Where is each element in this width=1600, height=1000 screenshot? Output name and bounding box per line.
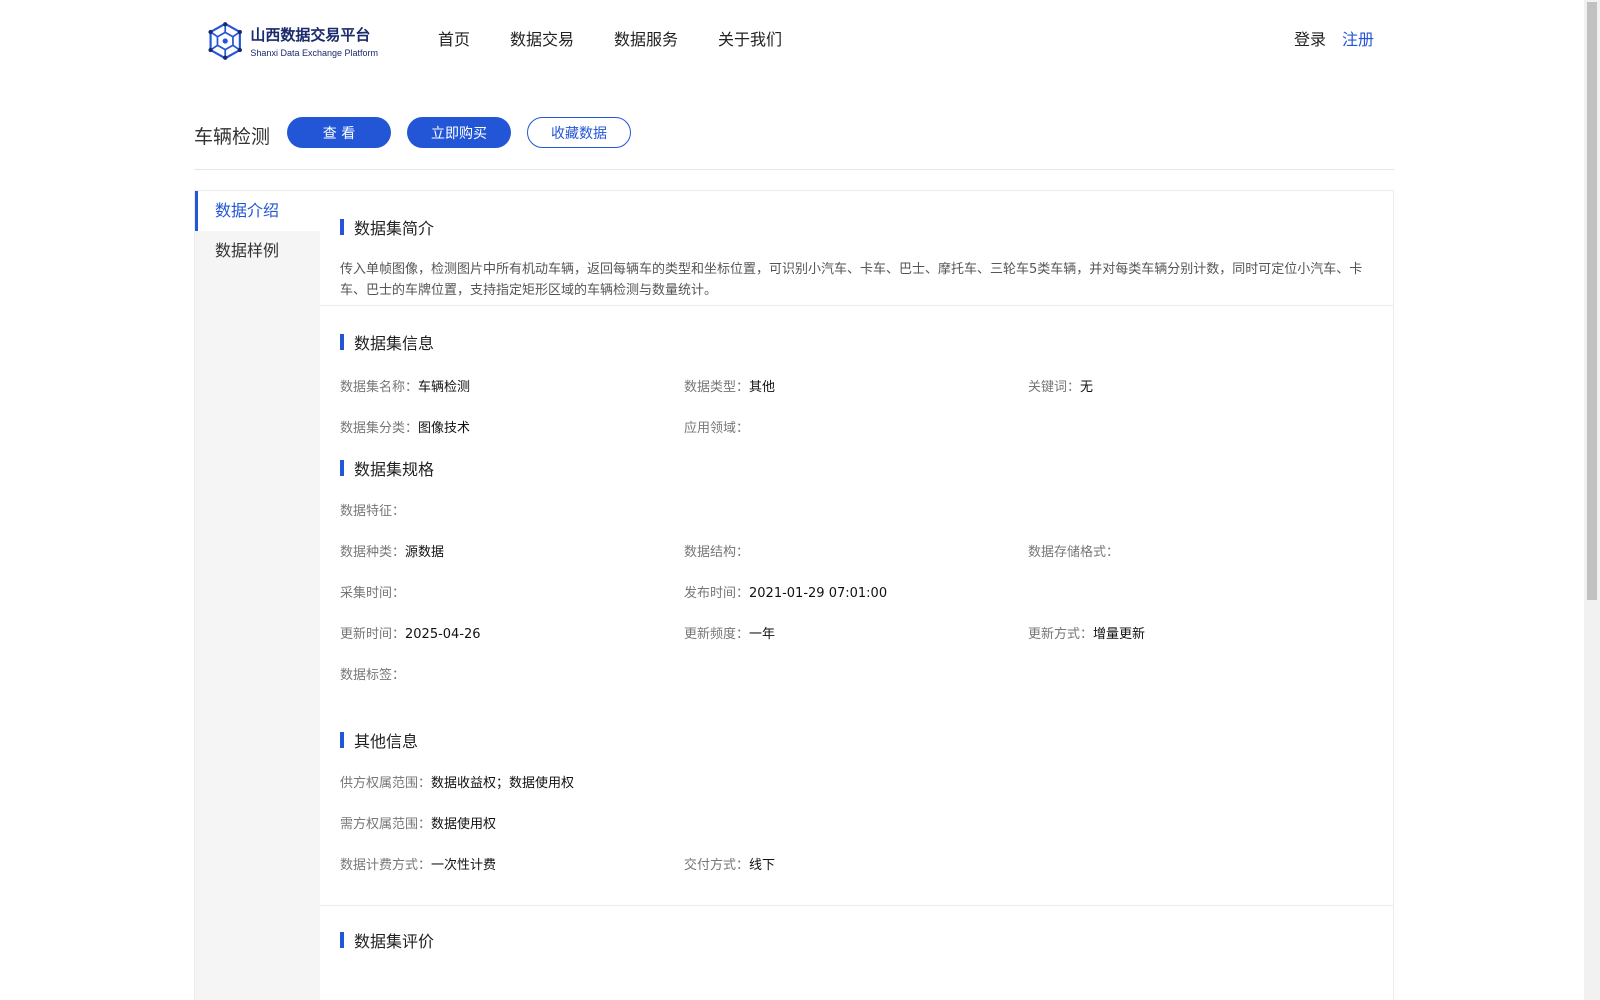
- field-publish-time: 发布时间：2021-01-29 07:01:00: [684, 582, 887, 601]
- field-value: 数据收益权；数据使用权: [431, 776, 575, 791]
- field-dataset-name: 数据集名称：车辆检测: [340, 376, 470, 395]
- section-marker: [340, 932, 344, 948]
- field-data-type: 数据类型：其他: [684, 376, 775, 395]
- buy-now-button[interactable]: 立即购买: [407, 117, 512, 148]
- field-label: 发布时间：: [684, 586, 750, 601]
- field-value: 车辆检测: [418, 380, 471, 395]
- scrollbar-thumb[interactable]: [1587, 2, 1597, 600]
- section-marker: [340, 732, 344, 748]
- field-label: 交付方式：: [684, 858, 750, 873]
- field-demander-rights: 需方权属范围：数据使用权: [340, 813, 496, 832]
- field-billing-method: 数据计费方式：一次性计费: [340, 854, 496, 873]
- other-section: 其他信息 供方权属范围：数据收益权；数据使用权 需方权属范围：数据使用权 数据计…: [320, 706, 1393, 906]
- field-update-frequency: 更新频度：一年: [684, 623, 775, 642]
- info-section-title: 数据集信息: [340, 330, 434, 354]
- field-label: 供方权属范围：: [340, 776, 432, 791]
- field-value: 一次性计费: [431, 858, 497, 873]
- field-value: 一年: [749, 627, 776, 642]
- nav-home[interactable]: 首页: [438, 26, 470, 50]
- nav-about-us[interactable]: 关于我们: [718, 26, 782, 50]
- login-link[interactable]: 登录: [1294, 26, 1326, 50]
- dataset-detail-panel: 数据介绍 数据样例 数据集简介 传入单帧图像，检测图片中所有机动车辆，返回每辆车…: [194, 190, 1394, 1000]
- spec-section: 数据集规格 数据特征： 数据种类：源数据 数据结构： 数据存储格式： 采集时间：…: [320, 456, 1393, 696]
- spec-section-title: 数据集规格: [340, 456, 434, 480]
- page-scrollbar[interactable]: [1584, 0, 1600, 1000]
- field-label: 关键词：: [1028, 380, 1081, 395]
- field-label: 数据标签：: [340, 668, 406, 683]
- view-button[interactable]: 查 看: [287, 117, 392, 148]
- field-label: 数据集名称：: [340, 380, 419, 395]
- field-value: 源数据: [405, 545, 445, 560]
- section-marker: [340, 460, 344, 476]
- field-label: 数据存储格式：: [1028, 545, 1120, 560]
- field-value: 图像技术: [418, 421, 471, 436]
- logo-hexagon-icon: [208, 22, 242, 60]
- field-keywords: 关键词：无: [1028, 376, 1093, 395]
- top-header: 山西数据交易平台 Shanxi Data Exchange Platform 首…: [0, 0, 1584, 78]
- field-label: 更新方式：: [1028, 627, 1094, 642]
- field-value: 增量更新: [1093, 627, 1146, 642]
- section-marker: [340, 334, 344, 350]
- info-section: 数据集信息 数据集名称：车辆检测 数据类型：其他 关键词：无 数据集分类：图像技…: [320, 306, 1393, 456]
- section-marker: [340, 219, 344, 235]
- detail-sidebar: 数据介绍 数据样例: [195, 191, 320, 1000]
- review-section: 数据集评价: [320, 906, 1393, 1000]
- field-label: 更新时间：: [340, 627, 406, 642]
- field-dataset-category: 数据集分类：图像技术: [340, 417, 470, 436]
- field-value: 2025-04-26: [405, 627, 481, 642]
- field-value: 其他: [749, 380, 776, 395]
- intro-description: 传入单帧图像，检测图片中所有机动车辆，返回每辆车的类型和坐标位置，可识别小汽车、…: [340, 262, 1363, 298]
- field-storage-format: 数据存储格式：: [1028, 541, 1119, 560]
- register-link[interactable]: 注册: [1342, 26, 1374, 50]
- field-label: 数据结构：: [684, 545, 750, 560]
- nav-data-service[interactable]: 数据服务: [614, 26, 678, 50]
- field-label: 应用领域：: [684, 421, 750, 436]
- other-section-title: 其他信息: [340, 728, 418, 752]
- field-data-tags: 数据标签：: [340, 664, 405, 683]
- logo-title: 山西数据交易平台: [250, 26, 371, 44]
- field-value: 数据使用权: [431, 817, 497, 832]
- detail-main: 数据集简介 传入单帧图像，检测图片中所有机动车辆，返回每辆车的类型和坐标位置，可…: [320, 191, 1393, 1000]
- field-delivery-method: 交付方式：线下: [684, 854, 775, 873]
- main-nav: 首页 数据交易 数据服务 关于我们: [438, 26, 822, 50]
- logo-subtitle: Shanxi Data Exchange Platform: [250, 48, 378, 58]
- sidebar-item-data-intro[interactable]: 数据介绍: [195, 191, 320, 231]
- field-data-structure: 数据结构：: [684, 541, 749, 560]
- nav-data-trade[interactable]: 数据交易: [510, 26, 574, 50]
- field-label: 数据集分类：: [340, 421, 419, 436]
- field-value: 无: [1080, 380, 1094, 395]
- auth-links: 登录 注册: [1294, 26, 1374, 50]
- platform-logo[interactable]: 山西数据交易平台 Shanxi Data Exchange Platform: [208, 18, 378, 64]
- intro-section-title: 数据集简介: [340, 215, 434, 239]
- field-label: 数据计费方式：: [340, 858, 432, 873]
- review-section-title: 数据集评价: [340, 928, 434, 952]
- field-label: 数据特征：: [340, 504, 406, 519]
- field-label: 更新频度：: [684, 627, 750, 642]
- field-label: 数据种类：: [340, 545, 406, 560]
- field-update-mode: 更新方式：增量更新: [1028, 623, 1145, 642]
- field-data-kind: 数据种类：源数据: [340, 541, 444, 560]
- field-supplier-rights: 供方权属范围：数据收益权；数据使用权: [340, 772, 574, 791]
- field-update-time: 更新时间：2025-04-26: [340, 623, 481, 642]
- spec-title-text: 数据集规格: [354, 460, 435, 479]
- field-value: 线下: [749, 858, 776, 873]
- field-value: 2021-01-29 07:01:00: [749, 586, 888, 601]
- page-title: 车辆检测: [194, 126, 271, 148]
- intro-section: 数据集简介 传入单帧图像，检测图片中所有机动车辆，返回每辆车的类型和坐标位置，可…: [320, 191, 1393, 306]
- intro-title-text: 数据集简介: [354, 219, 435, 238]
- field-label: 数据类型：: [684, 380, 750, 395]
- other-title-text: 其他信息: [354, 732, 419, 751]
- field-label: 采集时间：: [340, 586, 406, 601]
- sidebar-item-data-sample[interactable]: 数据样例: [195, 231, 320, 271]
- field-data-feature: 数据特征：: [340, 500, 405, 519]
- field-application-domain: 应用领域：: [684, 417, 749, 436]
- review-title-text: 数据集评价: [354, 932, 435, 951]
- field-collect-time: 采集时间：: [340, 582, 405, 601]
- dataset-title-bar: 车辆检测 查 看 立即购买 收藏数据: [194, 117, 1394, 170]
- info-title-text: 数据集信息: [354, 334, 435, 353]
- favorite-data-button[interactable]: 收藏数据: [527, 117, 632, 148]
- field-label: 需方权属范围：: [340, 817, 432, 832]
